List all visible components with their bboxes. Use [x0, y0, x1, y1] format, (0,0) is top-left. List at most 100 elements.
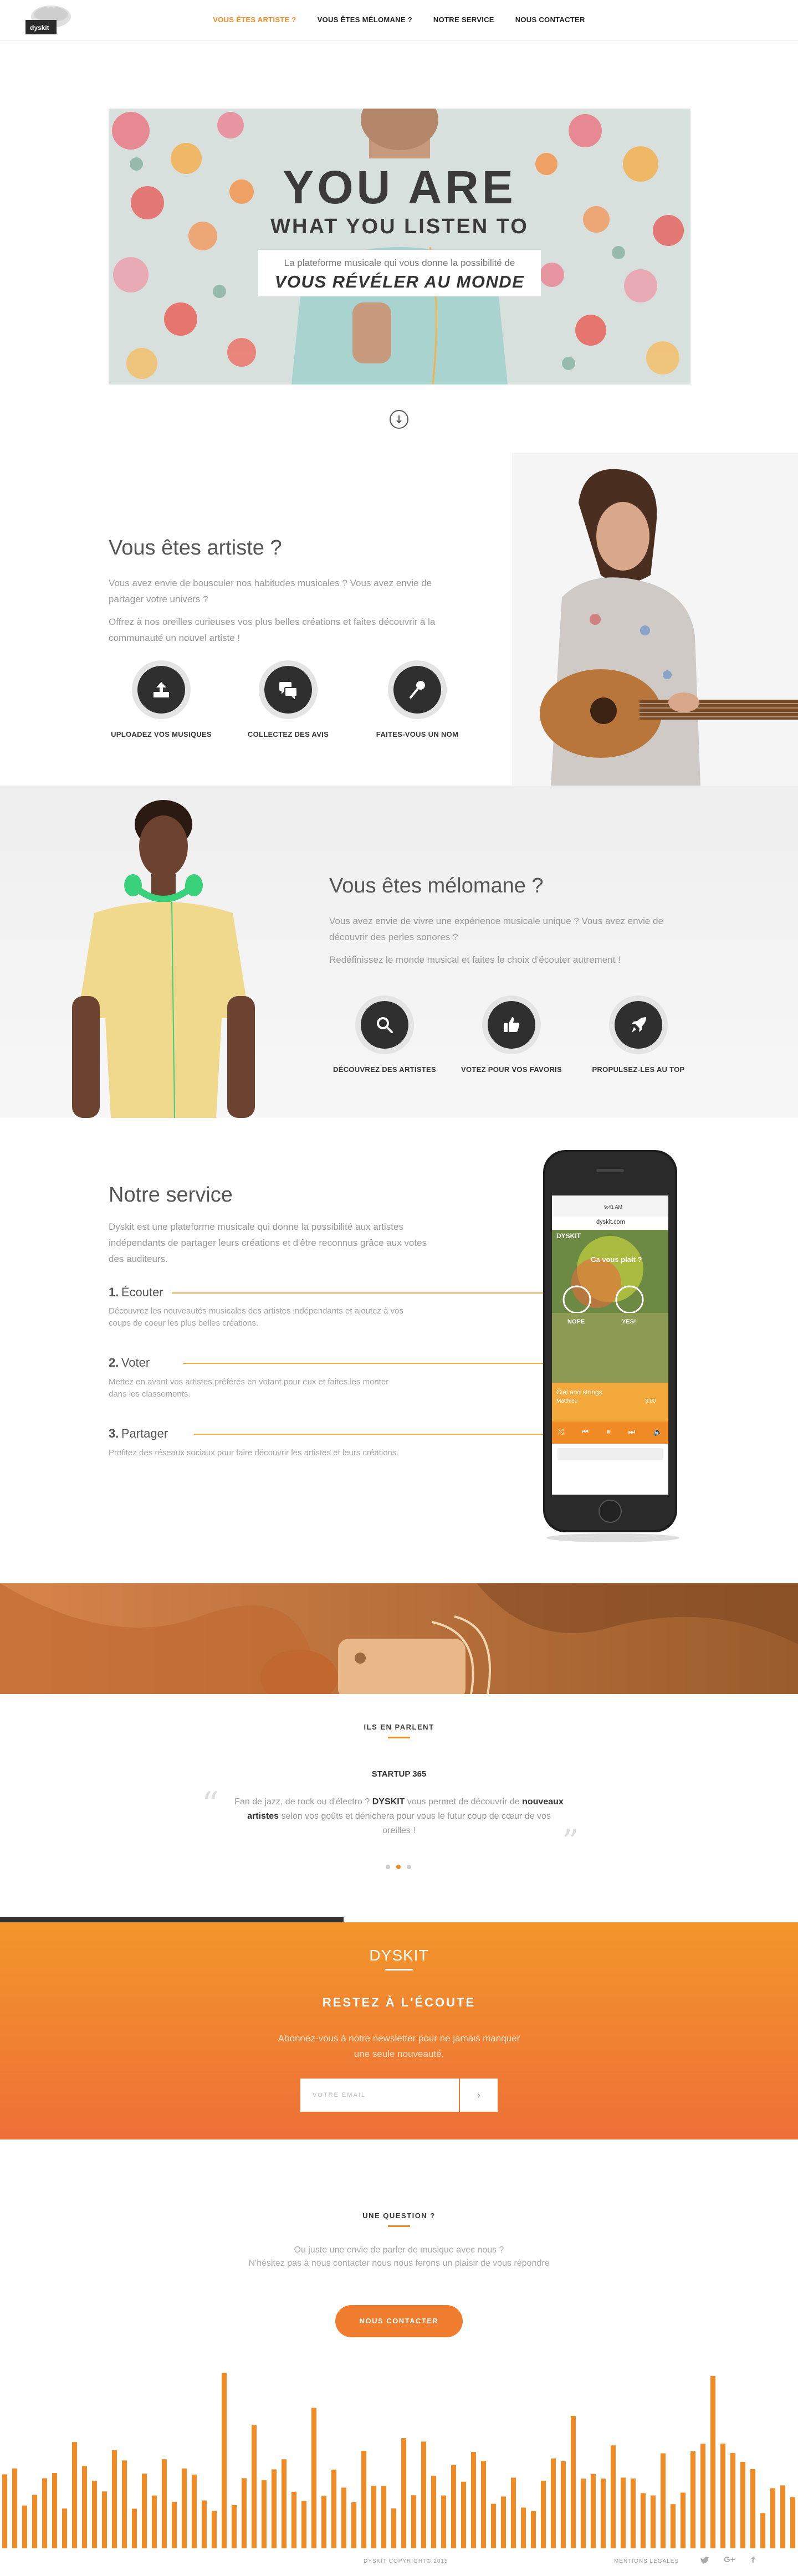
feature-propel[interactable]: PROPULSEZ-LES AU TOP	[583, 995, 694, 1074]
phone-player-controls[interactable]: ⤮ ⏮ ⏸ ⏭ 🔈	[557, 1427, 663, 1438]
equalizer-bar	[651, 2495, 656, 2548]
equalizer-bar	[22, 2505, 27, 2548]
equalizer-bar	[730, 2452, 735, 2548]
equalizer-bar	[52, 2473, 57, 2548]
equalizer-bar	[581, 2478, 586, 2548]
contact-button[interactable]: NOUS CONTACTER	[335, 2305, 463, 2337]
equalizer-bar	[461, 2481, 466, 2548]
nav-link-contact[interactable]: NOUS CONTACTER	[515, 16, 585, 24]
hero-title: YOU ARE	[283, 161, 516, 213]
newsletter-heading: RESTEZ À L'ÉCOUTE	[322, 1995, 476, 2009]
equalizer-bar	[272, 2469, 277, 2548]
logo-text: dyskit	[30, 24, 49, 32]
newsletter-section: DYSKIT RESTEZ À L'ÉCOUTE Abonnez-vous à …	[0, 1922, 798, 2139]
melomane-title: Vous êtes mélomane ?	[329, 874, 544, 897]
previous-icon[interactable]: ⏮	[581, 1427, 589, 1438]
equalizer-bar	[381, 2486, 386, 2548]
twitter-icon[interactable]	[699, 2555, 710, 2566]
newsletter-submit-button[interactable]: ›	[460, 2079, 498, 2112]
equalizer-bar	[790, 2497, 795, 2548]
newsletter-brand-underline	[385, 1969, 413, 1971]
step-share: 3. Partager	[109, 1426, 168, 1441]
equalizer-bar	[591, 2474, 596, 2548]
carousel-dot-2[interactable]	[396, 1865, 401, 1869]
chevron-right-icon: ›	[477, 2090, 480, 2101]
feature-upload[interactable]: UPLOADEZ VOS MUSIQUES	[109, 660, 214, 738]
artist-para-1: Vous avez envie de bousculer nos habitud…	[109, 578, 432, 604]
footer: DYSKIT COPYRIGHT© 2015 MENTIONS LÉGALES …	[0, 2548, 798, 2576]
feature-reviews[interactable]: COLLECTEZ DES AVIS	[236, 660, 341, 738]
feature-name-label: FAITES-VOUS UN NOM	[376, 730, 459, 738]
equalizer-bar	[611, 2445, 616, 2548]
nav-link-service[interactable]: NOTRE SERVICE	[433, 16, 494, 24]
equalizer-bar	[501, 2496, 506, 2548]
melomane-photo	[50, 786, 277, 1118]
phone-status-time: 9:41 AM	[604, 1204, 623, 1210]
equalizer-bar	[681, 2492, 686, 2548]
equalizer-bar	[441, 2495, 446, 2548]
artist-photo	[512, 453, 798, 786]
feature-reviews-label: COLLECTEZ DES AVIS	[247, 730, 329, 738]
equalizer-bar	[42, 2478, 47, 2548]
equalizer-bar	[760, 2513, 765, 2548]
equalizer-bar	[232, 2505, 237, 2548]
nav-link-melomane[interactable]: VOUS ÊTES MÉLOMANE ?	[318, 16, 412, 24]
step-vote-desc: Mettez en avant vos artistes préférés en…	[109, 1377, 389, 1399]
equalizer-bar	[112, 2450, 117, 2548]
newsletter-text: Abonnez-vous à notre newsletter pour ne …	[278, 2033, 520, 2059]
equalizer-bar	[631, 2478, 636, 2548]
equalizer-bar	[282, 2459, 287, 2548]
feature-name[interactable]: FAITES-VOUS UN NOM	[365, 660, 470, 738]
carousel-dot-3[interactable]	[407, 1865, 411, 1869]
equalizer-bar	[421, 2441, 426, 2548]
contact-text: Ou juste une envie de parler de musique …	[0, 2244, 798, 2270]
search-icon	[377, 1017, 393, 1033]
equalizer-bar	[331, 2469, 336, 2548]
microphone-icon	[410, 681, 425, 699]
facebook-icon[interactable]: f	[751, 2555, 759, 2566]
footer-legal-link[interactable]: MENTIONS LÉGALES	[614, 2558, 679, 2564]
equalizer-bar	[2, 2474, 7, 2548]
pause-icon[interactable]: ⏸	[606, 1427, 610, 1438]
newsletter-progress-bar	[0, 1917, 344, 1922]
phone-nope-button[interactable]: NOPE	[567, 1318, 585, 1325]
upload-icon	[154, 682, 169, 697]
phone-yes-button[interactable]: YES!	[622, 1318, 636, 1325]
hero-description: La plateforme musicale qui vous donne la…	[284, 258, 515, 268]
feature-discover[interactable]: DÉCOUVREZ DES ARTISTES	[329, 995, 440, 1074]
equalizer-bar	[401, 2438, 406, 2548]
hero-subtitle: WHAT YOU LISTEN TO	[270, 215, 529, 238]
quote-open-icon: “	[202, 1785, 219, 1824]
equalizer-bar	[32, 2495, 37, 2548]
equalizer-bar	[690, 2451, 695, 2548]
scroll-down-button[interactable]	[390, 410, 408, 429]
feature-vote[interactable]: VOTEZ POUR VOS FAVORIS	[456, 995, 567, 1074]
carousel-dot-1[interactable]	[386, 1865, 390, 1869]
phone-url: dyskit.com	[596, 1219, 625, 1225]
phone-now-playing: Ciel and strings	[556, 1388, 602, 1396]
phone-mockup: 9:41 AM dyskit.com DYSKIT Ca vous plait …	[535, 1150, 685, 1543]
equalizer-bar	[641, 2493, 646, 2548]
equalizer-bar	[12, 2468, 17, 2548]
equalizer-bar	[102, 2491, 107, 2548]
nav-link-artiste[interactable]: VOUS ÊTES ARTISTE ?	[213, 16, 296, 24]
step-share-line	[194, 1434, 549, 1435]
testimonial-brand: DYSKIT	[372, 1797, 405, 1807]
equalizer-bar	[351, 2502, 356, 2548]
volume-icon[interactable]: 🔈	[653, 1427, 663, 1438]
step-share-number: 3.	[109, 1426, 119, 1440]
google-plus-icon[interactable]: G+	[724, 2555, 737, 2566]
equalizer-bar	[671, 2504, 676, 2548]
melomane-para-1: Vous avez envie de vivre une expérience …	[329, 916, 663, 942]
equalizer-bar	[780, 2485, 785, 2548]
equalizer-bar	[321, 2496, 326, 2548]
equalizer-bar	[621, 2477, 626, 2548]
phone-track-question: Ca vous plait ?	[591, 1255, 642, 1264]
step-vote-line	[183, 1363, 549, 1364]
chat-icon	[279, 682, 298, 699]
next-icon[interactable]: ⏭	[628, 1427, 636, 1438]
equalizer-bar	[720, 2443, 725, 2548]
newsletter-email-input[interactable]: VOTRE EMAIL	[300, 2079, 459, 2112]
equalizer-bar	[661, 2453, 666, 2548]
shuffle-icon[interactable]: ⤮	[557, 1427, 564, 1438]
